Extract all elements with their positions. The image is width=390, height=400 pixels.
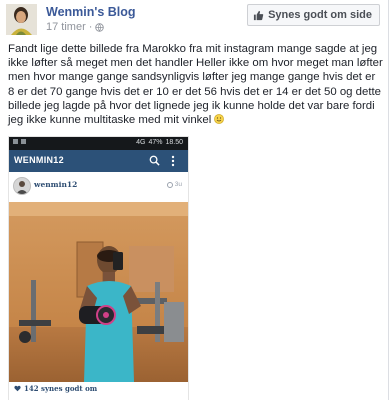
smiley-emoji-icon xyxy=(214,114,225,124)
status-time: 18.50 xyxy=(165,139,183,146)
status-indicators: 4G 47% 18.50 xyxy=(136,139,183,146)
status-notification-icons xyxy=(13,139,26,144)
post-timestamp[interactable]: 17 timer · xyxy=(46,21,105,33)
ig-post-time: 3u xyxy=(166,181,182,188)
globe-icon xyxy=(95,22,105,32)
post-text: Fandt lige dette billede fra Marokko fra… xyxy=(8,43,383,127)
ig-caption-blurred xyxy=(14,396,182,400)
like-page-button[interactable]: Synes godt om side xyxy=(247,4,380,26)
search-icon xyxy=(149,155,160,166)
ig-time-text: 3u xyxy=(174,181,182,188)
network-type: 4G xyxy=(136,139,146,146)
ig-likes-text: 142 synes godt om xyxy=(24,384,98,393)
timestamp-text[interactable]: 17 timer · xyxy=(46,21,92,33)
ig-avatar xyxy=(13,177,31,195)
facebook-post: Wenmin's Blog 17 timer · Synes godt om s… xyxy=(0,0,389,400)
thumbs-up-icon xyxy=(253,10,264,20)
phone-status-bar: 4G 47% 18.50 xyxy=(9,137,188,150)
overflow-menu-icon xyxy=(171,155,175,167)
page-avatar[interactable] xyxy=(6,4,37,35)
battery-level: 47% xyxy=(148,139,163,146)
post-header: Wenmin's Blog 17 timer · Synes godt om s… xyxy=(0,0,388,36)
ig-likes: 142 synes godt om xyxy=(14,384,97,393)
post-body-text: Fandt lige dette billede fra Marokko fra… xyxy=(8,42,384,127)
heart-icon xyxy=(14,385,21,392)
page-name-link[interactable]: Wenmin's Blog xyxy=(46,5,136,19)
app-title: WENMIN12 xyxy=(14,155,64,165)
gym-photo xyxy=(9,202,188,382)
post-photo[interactable]: 4G 47% 18.50 WENMIN12 wenmin12 3u 142 sy… xyxy=(9,137,188,400)
like-page-label: Synes godt om side xyxy=(268,9,372,21)
ig-username: wenmin12 xyxy=(34,180,78,189)
ig-post-header: wenmin12 3u xyxy=(9,172,188,202)
instagram-app-bar: WENMIN12 xyxy=(9,150,188,172)
clock-icon xyxy=(166,181,173,188)
